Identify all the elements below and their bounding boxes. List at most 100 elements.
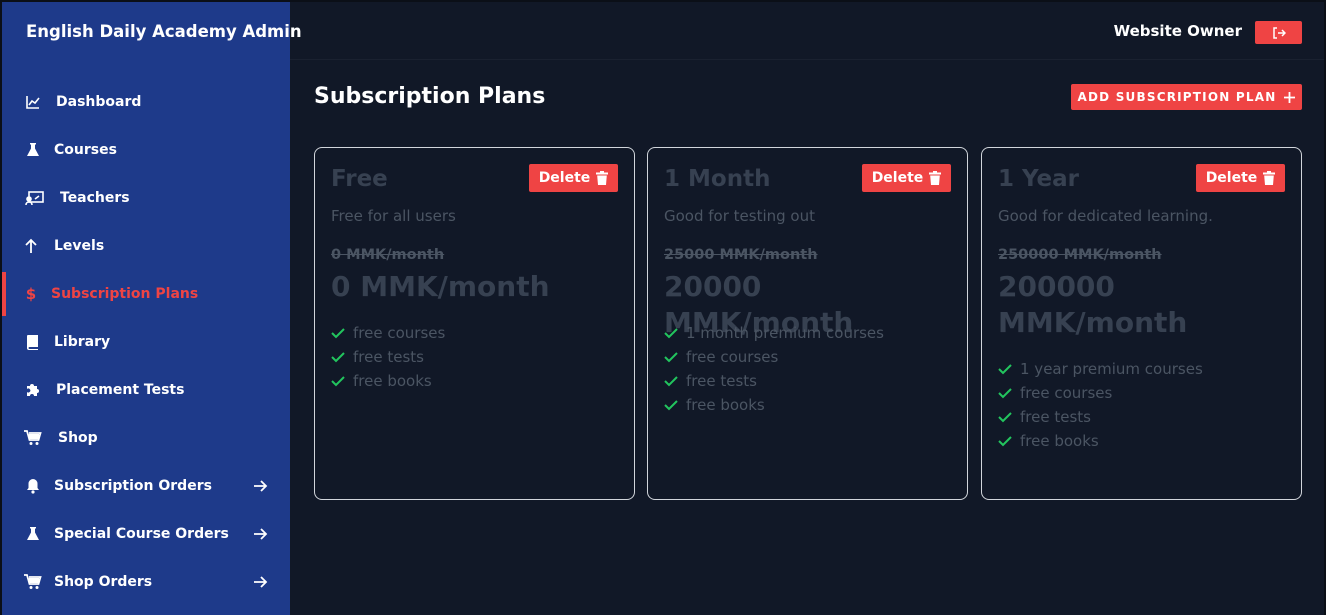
delete-label: Delete — [538, 170, 591, 186]
plus-icon — [1284, 91, 1296, 103]
puzzle-icon — [24, 381, 42, 399]
check-icon — [664, 326, 678, 340]
check-icon — [998, 386, 1012, 400]
list-item: 1 year premium courses — [998, 357, 1203, 381]
sidebar-item-label: Library — [54, 334, 111, 350]
top-bar: Website Owner — [290, 2, 1324, 60]
feature-label: 1 month premium courses — [686, 324, 884, 342]
arrow-right-icon — [252, 526, 268, 542]
chalkboard-teacher-icon — [24, 189, 46, 207]
trash-icon — [1263, 171, 1276, 185]
sidebar-item-label: Shop — [58, 430, 98, 446]
check-icon — [664, 374, 678, 388]
check-icon — [331, 326, 345, 340]
plan-old-price: 0 MMK/month — [331, 247, 445, 263]
cart-icon — [24, 573, 42, 591]
sidebar-item-label: Placement Tests — [56, 382, 185, 398]
list-item: free tests — [331, 345, 445, 369]
plan-name: 1 Month — [664, 166, 771, 192]
chart-line-icon — [24, 93, 42, 111]
sidebar-item-label: Special Course Orders — [54, 526, 229, 542]
logout-button[interactable] — [1255, 21, 1302, 44]
sidebar-item-levels[interactable]: Levels — [2, 224, 290, 268]
plan-card: 1 Month Delete Good for testing out 2500… — [647, 147, 968, 500]
sidebar-item-label: Subscription Plans — [51, 286, 199, 302]
delete-button[interactable]: Delete — [1196, 164, 1285, 192]
trash-icon — [929, 171, 942, 185]
list-item: free courses — [664, 345, 884, 369]
sidebar-item-courses[interactable]: Courses — [2, 128, 290, 172]
feature-list: 1 year premium courses free courses free… — [998, 357, 1203, 453]
sidebar-item-special-course-orders[interactable]: Special Course Orders — [2, 512, 290, 556]
sidebar-item-subscription-orders[interactable]: Subscription Orders — [2, 464, 290, 508]
sidebar-item-shop[interactable]: Shop — [2, 416, 290, 460]
cart-icon — [24, 429, 42, 447]
plan-price: 0 MMK/month — [331, 270, 550, 303]
check-icon — [998, 434, 1012, 448]
feature-list: free courses free tests free books — [331, 321, 445, 393]
sidebar-item-shop-orders[interactable]: Shop Orders — [2, 560, 290, 604]
feature-label: free courses — [353, 324, 446, 342]
plan-description: Free for all users — [331, 207, 456, 225]
check-icon — [998, 362, 1012, 376]
user-name: Website Owner — [1113, 22, 1242, 40]
feature-label: 1 year premium courses — [1020, 360, 1203, 378]
list-item: free tests — [998, 405, 1203, 429]
feature-label: free courses — [686, 348, 779, 366]
check-icon — [998, 410, 1012, 424]
feature-label: free books — [353, 372, 432, 390]
arrow-right-icon — [252, 574, 268, 590]
list-item: 1 month premium courses — [664, 321, 884, 345]
list-item: free books — [664, 393, 884, 417]
check-icon — [331, 374, 345, 388]
delete-label: Delete — [871, 170, 924, 186]
sidebar-item-dashboard[interactable]: Dashboard — [2, 80, 290, 124]
check-icon — [664, 350, 678, 364]
arrow-up-icon — [22, 237, 40, 255]
arrow-right-icon — [252, 478, 268, 494]
delete-button[interactable]: Delete — [862, 164, 951, 192]
plan-name: Free — [331, 166, 388, 192]
sidebar-item-placement-tests[interactable]: Placement Tests — [2, 368, 290, 412]
feature-label: free tests — [686, 372, 757, 390]
feature-label: free books — [1020, 432, 1099, 450]
feature-label: free courses — [1020, 384, 1113, 402]
sidebar: English Daily Academy Admin Dashboard Co… — [2, 2, 302, 615]
sidebar-item-library[interactable]: Library — [2, 320, 290, 364]
feature-label: free books — [686, 396, 765, 414]
add-button-label: ADD SUBSCRIPTION PLAN — [1077, 90, 1277, 104]
brand-title: English Daily Academy Admin — [26, 22, 302, 41]
list-item: free books — [331, 369, 445, 393]
list-item: free courses — [331, 321, 445, 345]
sidebar-item-label: Teachers — [60, 190, 130, 206]
sidebar-item-teachers[interactable]: Teachers — [2, 176, 290, 220]
feature-label: free tests — [1020, 408, 1091, 426]
plan-old-price: 250000 MMK/month — [998, 247, 1162, 263]
plan-name: 1 Year — [998, 166, 1080, 192]
sidebar-item-label: Dashboard — [56, 94, 142, 110]
list-item: free books — [998, 429, 1203, 453]
delete-button[interactable]: Delete — [529, 164, 618, 192]
plan-card: Free Delete Free for all users 0 MMK/mon… — [314, 147, 635, 500]
sidebar-item-subscription-plans[interactable]: $ Subscription Plans — [2, 272, 290, 316]
sidebar-item-label: Shop Orders — [54, 574, 153, 590]
flask-icon — [24, 525, 42, 543]
sidebar-item-label: Subscription Orders — [54, 478, 212, 494]
feature-label: free tests — [353, 348, 424, 366]
sign-out-icon — [1272, 26, 1286, 39]
plan-old-price: 25000 MMK/month — [664, 247, 818, 263]
add-subscription-plan-button[interactable]: ADD SUBSCRIPTION PLAN — [1071, 84, 1302, 110]
check-icon — [664, 398, 678, 412]
trash-icon — [596, 171, 609, 185]
book-icon — [24, 333, 42, 351]
plan-description: Good for testing out — [664, 207, 815, 225]
list-item: free courses — [998, 381, 1203, 405]
page-title: Subscription Plans — [314, 84, 546, 109]
check-icon — [331, 350, 345, 364]
dollar-icon: $ — [25, 285, 37, 303]
plan-price: 200000 MMK/month — [998, 270, 1188, 339]
feature-list: 1 month premium courses free courses fre… — [664, 321, 884, 417]
list-item: free tests — [664, 369, 884, 393]
sidebar-item-label: Levels — [54, 238, 105, 254]
bell-icon — [24, 477, 42, 495]
